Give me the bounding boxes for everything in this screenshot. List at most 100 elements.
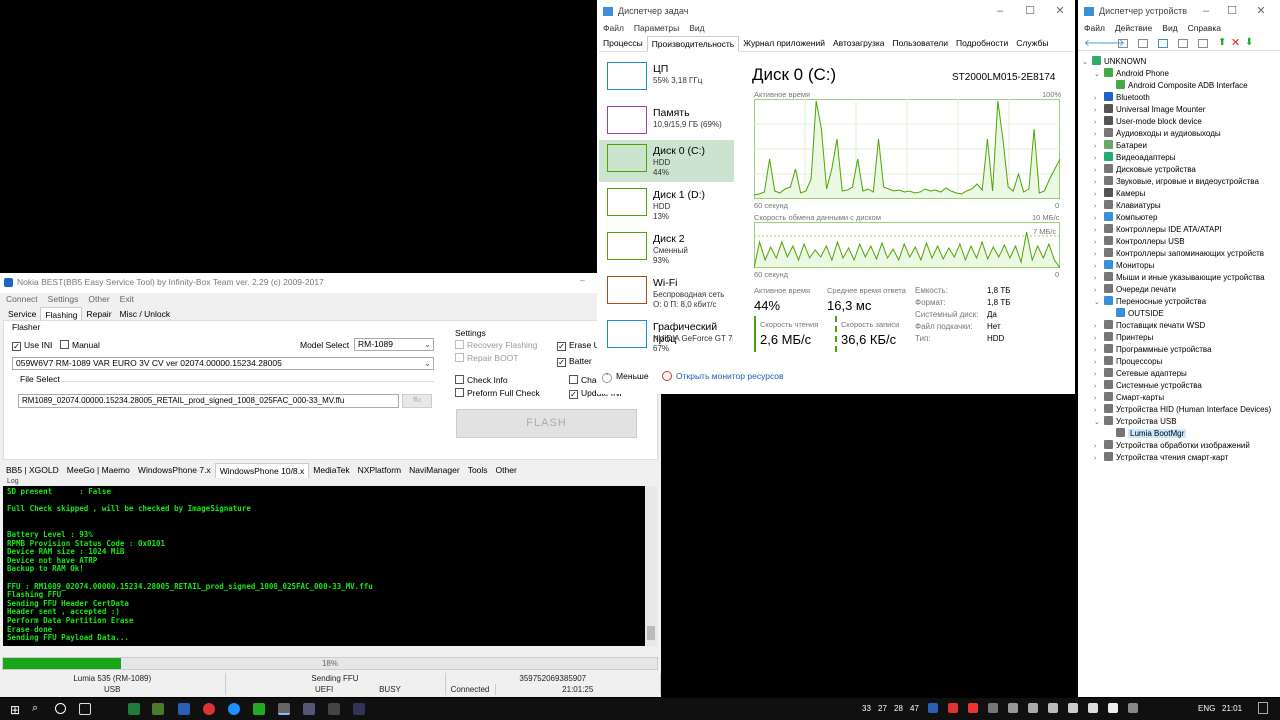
tray-num-3[interactable]: 28 [894, 704, 903, 713]
device-tree-item[interactable]: › Компьютер [1082, 212, 1271, 224]
full-check-checkbox[interactable]: Preform Full Check [455, 388, 540, 398]
tab-navimanager[interactable]: NaviManager [405, 463, 464, 478]
device-manager-taskbar-icon[interactable] [353, 703, 365, 715]
app-a-icon[interactable] [328, 703, 340, 715]
nokia-best-taskbar-icon[interactable] [278, 703, 290, 715]
device-tree-item[interactable]: ⌄ UNKNOWN [1082, 56, 1271, 68]
resource-monitor-link[interactable]: Открыть монитор ресурсов [662, 371, 784, 381]
tm-side-item-3[interactable]: Диск 1 (D:) HDD 13% [599, 184, 734, 228]
tray-num-2[interactable]: 27 [878, 704, 887, 713]
tm-tab-services[interactable]: Службы [1012, 36, 1052, 51]
device-tree-item[interactable]: › Батареи [1082, 140, 1271, 152]
log-scrollbar[interactable] [645, 486, 657, 646]
tm-tab-users[interactable]: Пользователи [889, 36, 952, 51]
scan-hardware-icon[interactable]: ⬇ [1245, 37, 1253, 48]
task-manager-taskbar-icon[interactable] [303, 703, 315, 715]
tray-icon[interactable] [1028, 703, 1038, 713]
tray-icon[interactable] [968, 703, 978, 713]
dm-menu-view[interactable]: Вид [1162, 23, 1177, 33]
erase-checkbox[interactable]: ✓ Erase U [557, 340, 600, 351]
search-icon[interactable]: ⌕ [32, 702, 38, 715]
app-green-icon[interactable] [253, 703, 265, 715]
tm-side-item-5[interactable]: Wi-Fi Беспроводная сеть О: 0 П: 8,0 кбит/с [599, 272, 734, 316]
start-icon[interactable]: ⊞ [10, 703, 20, 717]
device-tree-item[interactable]: › Камеры [1082, 188, 1271, 200]
tray-icon[interactable] [988, 703, 998, 713]
device-tree-item[interactable]: › Видеоадаптеры [1082, 152, 1271, 164]
tm-tab-details[interactable]: Подробности [952, 36, 1012, 51]
tab-mediatek[interactable]: MediaTek [309, 463, 353, 478]
tm-side-item-6[interactable]: Графический процNVIDIA GeForce GT 740M67… [599, 316, 734, 360]
product-code-select[interactable]: 059W6V7 RM-1089 VAR EURO 3V CV ver 02074… [12, 357, 434, 370]
nokia-minimize-button[interactable]: – [580, 275, 585, 285]
tray-icon[interactable] [1088, 703, 1098, 713]
browser-icon[interactable] [228, 703, 240, 715]
device-tree-item[interactable]: › Контроллеры IDE ATA/ATAPI [1082, 224, 1271, 236]
tab-nxplatform[interactable]: NXPlatform [354, 463, 405, 478]
dm-maximize-button[interactable]: ☐ [1217, 0, 1247, 22]
check-info-checkbox[interactable]: Check Info [455, 375, 508, 385]
properties-icon[interactable] [1118, 39, 1128, 48]
fewer-details-button[interactable]: ˆ Меньше [602, 371, 649, 383]
device-tree-item[interactable]: › Universal Image Mounter [1082, 104, 1271, 116]
tray-icon[interactable] [928, 703, 938, 713]
device-tree-item[interactable]: › Программные устройства [1082, 344, 1271, 356]
expand-icon[interactable]: › [1094, 453, 1104, 465]
device-tree-item[interactable]: › Устройства обработки изображений [1082, 440, 1271, 452]
tray-num-1[interactable]: 33 [862, 704, 871, 713]
tray-icon[interactable] [1068, 703, 1078, 713]
device-icon[interactable] [1198, 39, 1208, 48]
tray-icon[interactable] [948, 703, 958, 713]
tm-menu-file[interactable]: Файл [603, 23, 624, 33]
tab-other[interactable]: Other [492, 463, 521, 478]
device-tree-item[interactable]: › Очереди печати [1082, 284, 1271, 296]
tray-icon[interactable] [1108, 703, 1118, 713]
tray-num-4[interactable]: 47 [910, 704, 919, 713]
tray-icon[interactable] [1008, 703, 1018, 713]
excel-icon[interactable] [128, 703, 140, 715]
recovery-flashing-checkbox[interactable]: Recovery Flashing [455, 340, 537, 350]
chrome-icon[interactable] [203, 703, 215, 715]
device-tree-item[interactable]: Android Composite ADB Interface [1082, 80, 1271, 92]
word-icon[interactable] [178, 703, 190, 715]
refresh-icon[interactable] [1178, 39, 1188, 48]
tm-tab-processes[interactable]: Процессы [599, 36, 647, 51]
expand-icon[interactable]: ⌄ [1094, 297, 1104, 309]
device-tree-item[interactable]: › Смарт-карты [1082, 392, 1271, 404]
tm-tab-startup[interactable]: Автозагрузка [829, 36, 889, 51]
device-tree-item[interactable]: › Контроллеры запоминающих устройств [1082, 248, 1271, 260]
repair-boot-checkbox[interactable]: Repair BOOT [455, 353, 519, 363]
tab-windowsphone-10[interactable]: WindowsPhone 10/8.x [214, 463, 310, 478]
expand-icon[interactable]: ⌄ [1094, 417, 1104, 429]
device-tree-item[interactable]: › Звуковые, игровые и видеоустройства [1082, 176, 1271, 188]
device-tree-item[interactable]: › Аудиовходы и аудиовыходы [1082, 128, 1271, 140]
menu-connect[interactable]: Connect [6, 294, 38, 304]
dm-close-button[interactable]: ✕ [1246, 0, 1276, 22]
tm-menu-view[interactable]: Вид [689, 23, 704, 33]
device-tree-item[interactable]: › Устройства HID (Human Interface Devices… [1082, 404, 1271, 416]
device-tree-item[interactable]: OUTSIDE [1082, 308, 1271, 320]
menu-exit[interactable]: Exit [120, 294, 134, 304]
tm-side-item-4[interactable]: Диск 2 Сменный 93% [599, 228, 734, 272]
tray-icon[interactable] [1048, 703, 1058, 713]
model-select[interactable]: RM-1089 ⌄ [354, 338, 434, 351]
show-hidden-icon[interactable] [1138, 39, 1148, 48]
tm-menu-params[interactable]: Параметры [634, 23, 679, 33]
tm-close-button[interactable]: ✕ [1045, 0, 1075, 22]
scrollbar-thumb[interactable] [647, 626, 655, 640]
tab-tools[interactable]: Tools [464, 463, 492, 478]
device-tree-item[interactable]: › Устройства чтения смарт-карт [1082, 452, 1271, 464]
device-tree-item[interactable]: › Мыши и иные указывающие устройства [1082, 272, 1271, 284]
dm-menu-action[interactable]: Действие [1115, 23, 1152, 33]
device-tree-item[interactable]: › Клавиатуры [1082, 200, 1271, 212]
device-tree-item[interactable]: › Контроллеры USB [1082, 236, 1271, 248]
device-tree-item[interactable]: › Мониторы [1082, 260, 1271, 272]
help-icon[interactable] [1158, 39, 1168, 48]
device-tree-item[interactable]: › Системные устройства [1082, 380, 1271, 392]
dm-menu-file[interactable]: Файл [1084, 23, 1105, 33]
menu-other[interactable]: Other [88, 294, 109, 304]
file-path-input[interactable]: RM1089_02074.00000.15234.28005_RETAIL_pr… [18, 394, 399, 408]
battery-checkbox[interactable]: ✓ Batter [557, 356, 592, 367]
device-tree-item[interactable]: ⌄ Android Phone [1082, 68, 1271, 80]
device-tree-item[interactable]: ⌄ Переносные устройства [1082, 296, 1271, 308]
